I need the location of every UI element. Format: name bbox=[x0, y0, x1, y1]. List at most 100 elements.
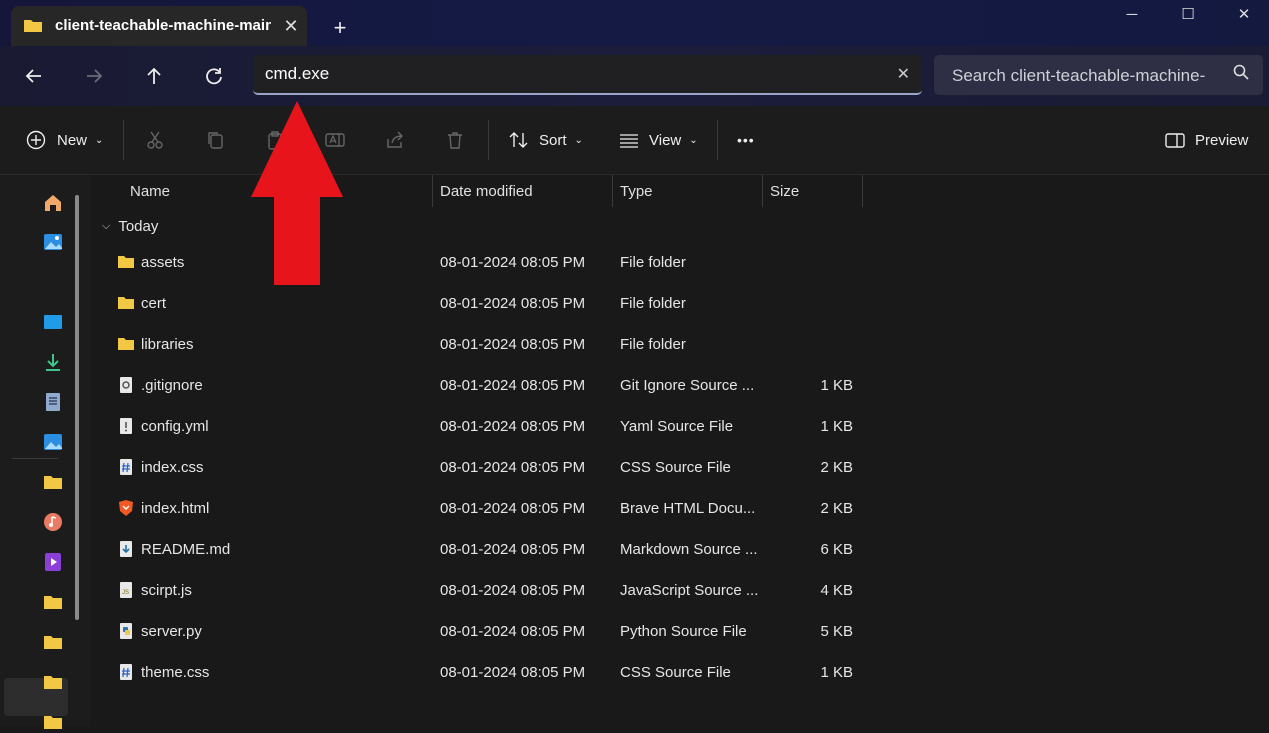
desktop-icon[interactable] bbox=[42, 311, 64, 333]
css-file-icon bbox=[120, 664, 132, 680]
file-name: index.html bbox=[141, 500, 210, 517]
tab-close-icon[interactable]: ✕ bbox=[279, 14, 303, 38]
new-label: New bbox=[57, 131, 88, 149]
file-type: CSS Source File bbox=[620, 459, 731, 476]
search-box[interactable] bbox=[934, 55, 1263, 95]
chevron-down-icon: ⌄ bbox=[689, 134, 698, 146]
file-date: 08-01-2024 08:05 PM bbox=[440, 623, 586, 640]
new-button[interactable]: New ⌄ bbox=[25, 124, 103, 156]
file-row[interactable]: index.css 08-01-2024 08:05 PM CSS Source F… bbox=[90, 448, 870, 488]
file-row[interactable]: theme.css 08-01-2024 08:05 PM CSS Source F… bbox=[90, 653, 870, 693]
view-lines-icon bbox=[618, 129, 640, 151]
python-file-icon bbox=[120, 623, 132, 639]
file-date: 08-01-2024 08:05 PM bbox=[440, 377, 586, 394]
scrollbar[interactable] bbox=[75, 195, 79, 620]
more-options-button[interactable]: ••• bbox=[737, 124, 755, 156]
cut-button[interactable] bbox=[144, 124, 166, 156]
folder-icon[interactable] bbox=[42, 671, 64, 693]
maximize-button[interactable]: ☐ bbox=[1161, 0, 1215, 30]
file-row[interactable]: .gitignore 08-01-2024 08:05 PM Git Ignore … bbox=[90, 366, 870, 406]
downloads-icon[interactable] bbox=[42, 351, 64, 373]
folder-icon[interactable] bbox=[42, 711, 64, 733]
svg-text:JS: JS bbox=[122, 590, 129, 596]
file-row[interactable]: config.yml 08-01-2024 08:05 PM Yaml Source… bbox=[90, 407, 870, 447]
file-name: server.py bbox=[141, 623, 202, 640]
up-button[interactable] bbox=[134, 60, 174, 92]
group-header-today[interactable]: ⌵ Today bbox=[102, 218, 158, 235]
folder-icon bbox=[118, 297, 134, 309]
column-header-name[interactable]: Name bbox=[130, 183, 170, 207]
column-header-date[interactable]: Date modified bbox=[440, 183, 533, 207]
file-size: 4 KB bbox=[820, 582, 853, 599]
clear-icon[interactable]: ✕ bbox=[897, 64, 910, 84]
file-size: 1 KB bbox=[820, 377, 853, 394]
tab[interactable]: client-teachable-machine-main ✕ bbox=[11, 6, 307, 46]
sort-button[interactable]: Sort ⌄ bbox=[508, 124, 583, 156]
column-divider[interactable] bbox=[762, 175, 763, 207]
folder-icon bbox=[118, 256, 134, 268]
preview-label: Preview bbox=[1195, 131, 1249, 149]
preview-button[interactable]: Preview bbox=[1164, 124, 1248, 156]
pictures-icon[interactable] bbox=[42, 431, 64, 453]
folder-icon[interactable] bbox=[42, 471, 64, 493]
close-window-button[interactable]: ✕ bbox=[1217, 0, 1269, 30]
file-row[interactable]: assets 08-01-2024 08:05 PM File folder bbox=[90, 243, 870, 283]
chevron-down-icon: ⌄ bbox=[95, 134, 104, 146]
file-row[interactable]: server.py 08-01-2024 08:05 PM Python Sourc… bbox=[90, 612, 870, 652]
scissors-icon bbox=[144, 129, 166, 151]
file-row[interactable]: README.md 08-01-2024 08:05 PM Markdown Sou… bbox=[90, 530, 870, 570]
forward-button[interactable] bbox=[74, 60, 114, 92]
column-divider[interactable] bbox=[612, 175, 613, 207]
home-icon[interactable] bbox=[42, 192, 64, 214]
minimize-button[interactable]: ─ bbox=[1105, 0, 1159, 30]
share-icon bbox=[384, 129, 406, 151]
file-row[interactable]: cert 08-01-2024 08:05 PM File folder bbox=[90, 284, 870, 324]
folder-icon[interactable] bbox=[42, 591, 64, 613]
copy-icon bbox=[204, 129, 226, 151]
refresh-button[interactable] bbox=[194, 60, 234, 92]
file-row[interactable]: libraries 08-01-2024 08:05 PM File folder bbox=[90, 325, 870, 365]
column-divider[interactable] bbox=[862, 175, 863, 207]
sort-icon bbox=[508, 129, 530, 151]
new-tab-button[interactable]: + bbox=[326, 14, 354, 42]
file-type: CSS Source File bbox=[620, 664, 731, 681]
file-date: 08-01-2024 08:05 PM bbox=[440, 418, 586, 435]
search-input[interactable] bbox=[952, 66, 1212, 86]
divider bbox=[717, 120, 718, 160]
divider bbox=[488, 120, 489, 160]
column-divider[interactable] bbox=[432, 175, 433, 207]
command-bar: New ⌄ Sort ⌄ View ⌄ ••• Preview bbox=[0, 106, 1269, 175]
column-header-type[interactable]: Type bbox=[620, 183, 653, 207]
file-date: 08-01-2024 08:05 PM bbox=[440, 541, 586, 558]
group-label: Today bbox=[118, 218, 159, 235]
sort-label: Sort bbox=[539, 131, 567, 149]
view-button[interactable]: View ⌄ bbox=[618, 124, 698, 156]
red-arrow-annotation bbox=[251, 101, 343, 285]
videos-icon[interactable] bbox=[42, 551, 64, 573]
view-label: View bbox=[649, 131, 682, 149]
trash-icon bbox=[444, 129, 466, 151]
copy-button[interactable] bbox=[204, 124, 226, 156]
file-row[interactable]: index.html 08-01-2024 08:05 PM Brave HTML … bbox=[90, 489, 870, 529]
forward-arrow-icon bbox=[87, 69, 103, 83]
file-row[interactable]: JS scirpt.js 08-01-2024 08:05 PM JavaScript… bbox=[90, 571, 870, 611]
address-input[interactable] bbox=[265, 63, 865, 85]
file-name: .gitignore bbox=[141, 377, 203, 394]
documents-icon[interactable] bbox=[42, 391, 64, 413]
navigation-bar: ✕ bbox=[0, 46, 1269, 106]
share-button[interactable] bbox=[384, 124, 406, 156]
file-type: Yaml Source File bbox=[620, 418, 734, 435]
file-type: Brave HTML Docu... bbox=[620, 500, 756, 517]
column-header-size[interactable]: Size bbox=[770, 183, 799, 207]
file-size: 2 KB bbox=[820, 500, 853, 517]
music-icon[interactable] bbox=[42, 511, 64, 533]
file-name: README.md bbox=[141, 541, 231, 558]
back-button[interactable] bbox=[14, 60, 54, 92]
markdown-file-icon bbox=[120, 541, 132, 557]
chevron-down-icon: ⌄ bbox=[574, 134, 583, 146]
address-bar[interactable]: ✕ bbox=[253, 55, 922, 95]
delete-button[interactable] bbox=[444, 124, 466, 156]
file-name: scirpt.js bbox=[141, 582, 192, 599]
gallery-icon[interactable] bbox=[42, 231, 64, 253]
folder-icon[interactable] bbox=[42, 631, 64, 653]
